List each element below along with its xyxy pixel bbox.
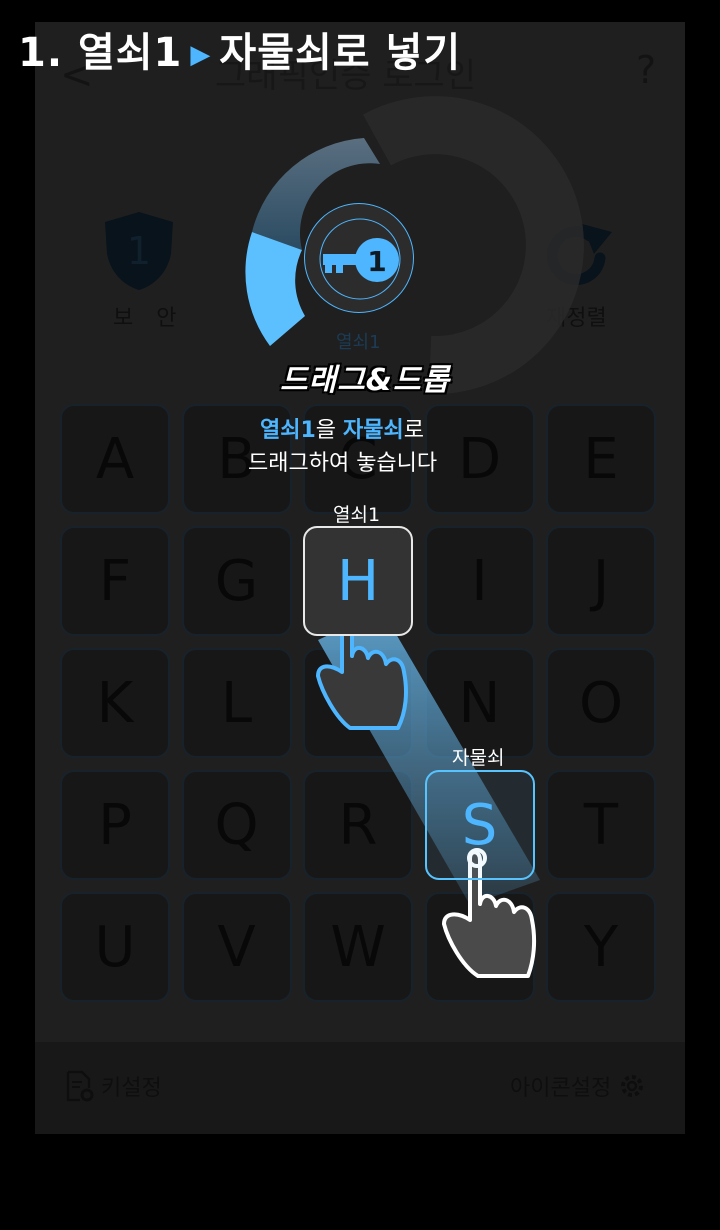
instruction-key: 열쇠1 (260, 418, 316, 443)
key-label: 열쇠1 (336, 332, 381, 353)
step-number: 1. 열쇠1 (18, 30, 183, 76)
step-heading: 1. 열쇠1 ▶ 자물쇠로 넣기 (18, 20, 461, 78)
instruction-target: 자물쇠 (343, 418, 404, 443)
keypad-key-s[interactable]: S (424, 770, 535, 880)
instruction-mid: 을 (315, 418, 344, 443)
drop-target-label: 자물쇠 (452, 747, 505, 769)
instruction-end: 로 (403, 418, 425, 443)
tutorial-title: 드래그&드롭 (280, 363, 451, 398)
key-badge-text: 1 (367, 245, 386, 278)
keypad-key-h[interactable]: H (303, 526, 413, 636)
drag-source-label: 열쇠1 (333, 504, 381, 526)
gauge-fill (245, 232, 305, 346)
key-icon-circle[interactable]: 1 (304, 203, 414, 313)
step-action: 자물쇠로 넣기 (219, 30, 462, 76)
key-icon: 1 (319, 218, 401, 300)
instruction-line-1: 열쇠1을 자물쇠로 (260, 412, 424, 444)
step-arrow-icon: ▶ (190, 40, 212, 70)
instruction-line-2: 드래그하여 놓습니다 (248, 451, 438, 476)
